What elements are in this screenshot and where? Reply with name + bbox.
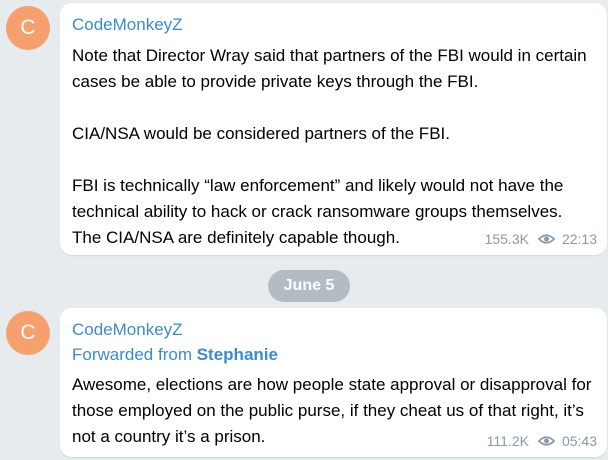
forwarded-source-link[interactable]: Stephanie [197, 345, 278, 364]
sender-name[interactable]: CodeMonkeyZ [72, 15, 596, 35]
message-time: 22:13 [561, 231, 597, 247]
avatar[interactable]: C [6, 311, 50, 355]
message-text: Note that Director Wray said that partne… [72, 43, 596, 251]
message-paragraph: Note that Director Wray said that partne… [72, 46, 587, 91]
forwarded-prefix: Forwarded from [72, 345, 192, 364]
message-meta: 155.3K 22:13 [485, 230, 597, 248]
eye-icon [537, 436, 555, 446]
message-paragraph: CIA/NSA would be considered partners of … [72, 124, 450, 143]
eye-icon [537, 234, 555, 244]
view-count: 155.3K [484, 231, 529, 247]
sender-name[interactable]: CodeMonkeyZ [72, 320, 596, 340]
message-bubble: CodeMonkeyZ Note that Director Wray said… [60, 3, 607, 255]
avatar[interactable]: C [6, 6, 50, 50]
message-time: 05:43 [561, 433, 597, 449]
view-count: 111.2K [486, 433, 529, 449]
date-separator: June 5 [268, 270, 350, 302]
forwarded-header: Forwarded from Stephanie [72, 344, 596, 366]
message-bubble: CodeMonkeyZ Forwarded from Stephanie Awe… [60, 308, 607, 457]
message-meta: 111.2K 05:43 [487, 432, 597, 450]
